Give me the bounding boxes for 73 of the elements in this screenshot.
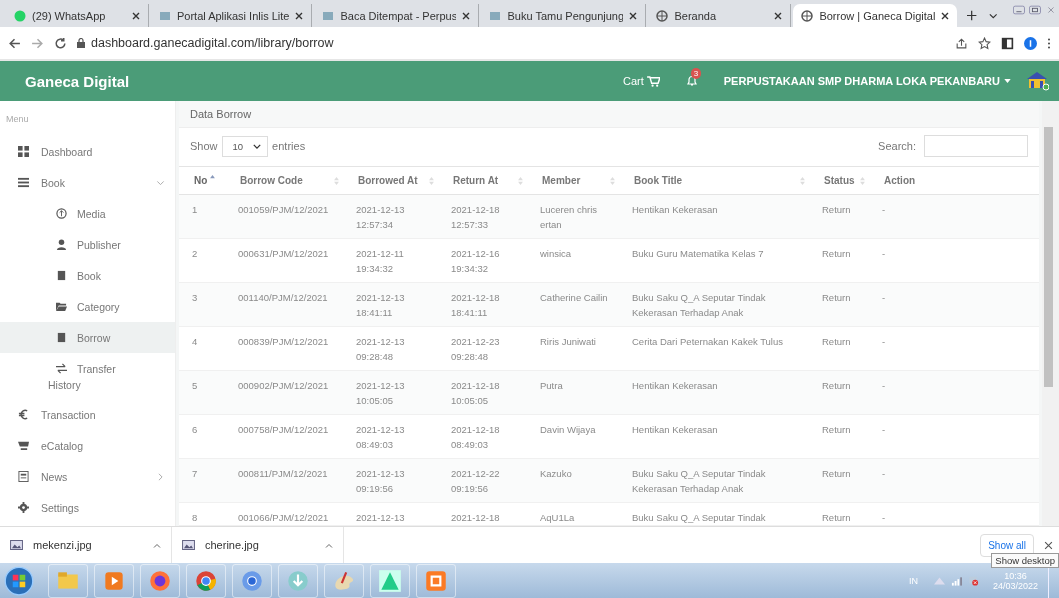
table-cell: 001059/PJM/12/2021 bbox=[225, 194, 343, 239]
table-cell: - bbox=[869, 194, 1039, 239]
table-cell: 001140/PJM/12/2021 bbox=[225, 282, 343, 327]
table-cell: Buku Saku Q_A Seputar Tindak Kekerasan Terhadap Anak bbox=[619, 282, 809, 327]
brand-name: Ganeca Digital bbox=[25, 72, 131, 90]
table-cell: 2021-12-18 bbox=[438, 502, 527, 526]
table-cell: 2 bbox=[179, 238, 225, 283]
column-header: Action bbox=[869, 166, 1039, 195]
table-cell: 000758/PJM/12/2021 bbox=[225, 414, 343, 459]
table-cell: 2021-12-13 09:28:48 bbox=[343, 326, 438, 371]
table-cell: 2021-12-13 12:57:34 bbox=[343, 194, 438, 239]
table-cell: Return bbox=[809, 238, 869, 283]
table-cell: 8 bbox=[179, 502, 225, 526]
table-cell: 7 bbox=[179, 458, 225, 503]
table-cell: Hentikan Kekerasan bbox=[619, 414, 809, 459]
table-cell: - bbox=[869, 326, 1039, 371]
table-cell: 000902/PJM/12/2021 bbox=[225, 370, 343, 415]
table-cell: 2021-12-22 09:19:56 bbox=[438, 458, 527, 503]
table-cell: 5 bbox=[179, 370, 225, 415]
notification-badge: 3 bbox=[690, 68, 702, 79]
table-cell: - bbox=[869, 458, 1039, 503]
table-cell: Return bbox=[809, 458, 869, 503]
table-cell: Hentikan Kekerasan bbox=[619, 370, 809, 415]
table-cell: Hentikan Kekerasan bbox=[619, 194, 809, 239]
table-cell: 4 bbox=[179, 326, 225, 371]
show-label: Show bbox=[190, 140, 218, 152]
table-cell: Return bbox=[809, 282, 869, 327]
table-cell: Putra bbox=[527, 370, 619, 415]
table-cell: Kazuko bbox=[527, 458, 619, 503]
table-cell: Return bbox=[809, 370, 869, 415]
table-cell: 000631/PJM/12/2021 bbox=[225, 238, 343, 283]
table-cell: winsica bbox=[527, 238, 619, 283]
table-cell: Return bbox=[809, 414, 869, 459]
table-cell: 2021-12-13 18:41:11 bbox=[343, 282, 438, 327]
table-cell: 2021-12-18 08:49:03 bbox=[438, 414, 527, 459]
table-cell: - bbox=[869, 502, 1039, 526]
table-cell: 2021-12-23 09:28:48 bbox=[438, 326, 527, 371]
table-cell: 000839/PJM/12/2021 bbox=[225, 326, 343, 371]
table-cell: Return bbox=[809, 326, 869, 371]
table-cell: 2021-12-13 bbox=[343, 502, 438, 526]
panel-title: Data Borrow bbox=[179, 101, 1039, 128]
tooltip: Show desktop bbox=[991, 553, 1059, 568]
table-cell: 2021-12-13 08:49:03 bbox=[343, 414, 438, 459]
table-cell: 2021-12-11 19:34:32 bbox=[343, 238, 438, 283]
table-cell: 3 bbox=[179, 282, 225, 327]
table-cell: Buku Saku Q_A Seputar Tindak bbox=[619, 502, 809, 526]
table-cell: 001066/PJM/12/2021 bbox=[225, 502, 343, 526]
table-cell: - bbox=[869, 238, 1039, 283]
entries-label: entries bbox=[272, 140, 306, 152]
table-cell: Catherine Cailin bbox=[527, 282, 619, 327]
table-cell: - bbox=[869, 414, 1039, 459]
table-cell: 2021-12-18 12:57:33 bbox=[438, 194, 527, 239]
table-cell: - bbox=[869, 370, 1039, 415]
table-cell: AqU1La bbox=[527, 502, 619, 526]
table-cell: Cerita Dari Peternakan Kakek Tulus bbox=[619, 326, 809, 371]
table-cell: 000811/PJM/12/2021 bbox=[225, 458, 343, 503]
table-cell: 2021-12-16 19:34:32 bbox=[438, 238, 527, 283]
table-cell: 2021-12-18 18:41:11 bbox=[438, 282, 527, 327]
table-cell: Buku Guru Matematika Kelas 7 bbox=[619, 238, 809, 283]
table-cell: 2021-12-18 10:05:05 bbox=[438, 370, 527, 415]
table-cell: Luceren chris ertan bbox=[527, 194, 619, 239]
table-cell: 2021-12-13 09:19:56 bbox=[343, 458, 438, 503]
table-cell: - bbox=[869, 282, 1039, 327]
table-cell: Return bbox=[809, 502, 869, 526]
table-cell: Return bbox=[809, 194, 869, 239]
sidebar-heading: Menu bbox=[5, 113, 30, 126]
table-cell: 1 bbox=[179, 194, 225, 239]
table-cell: Buku Saku Q_A Seputar Tindak Kekerasan Terhadap Anak bbox=[619, 458, 809, 503]
table-cell: 6 bbox=[179, 414, 225, 459]
search-label: Search: bbox=[878, 140, 916, 152]
table-cell: Riris Juniwati bbox=[527, 326, 619, 371]
table-cell: Davin Wijaya bbox=[527, 414, 619, 459]
table-cell: 2021-12-13 10:05:05 bbox=[343, 370, 438, 415]
